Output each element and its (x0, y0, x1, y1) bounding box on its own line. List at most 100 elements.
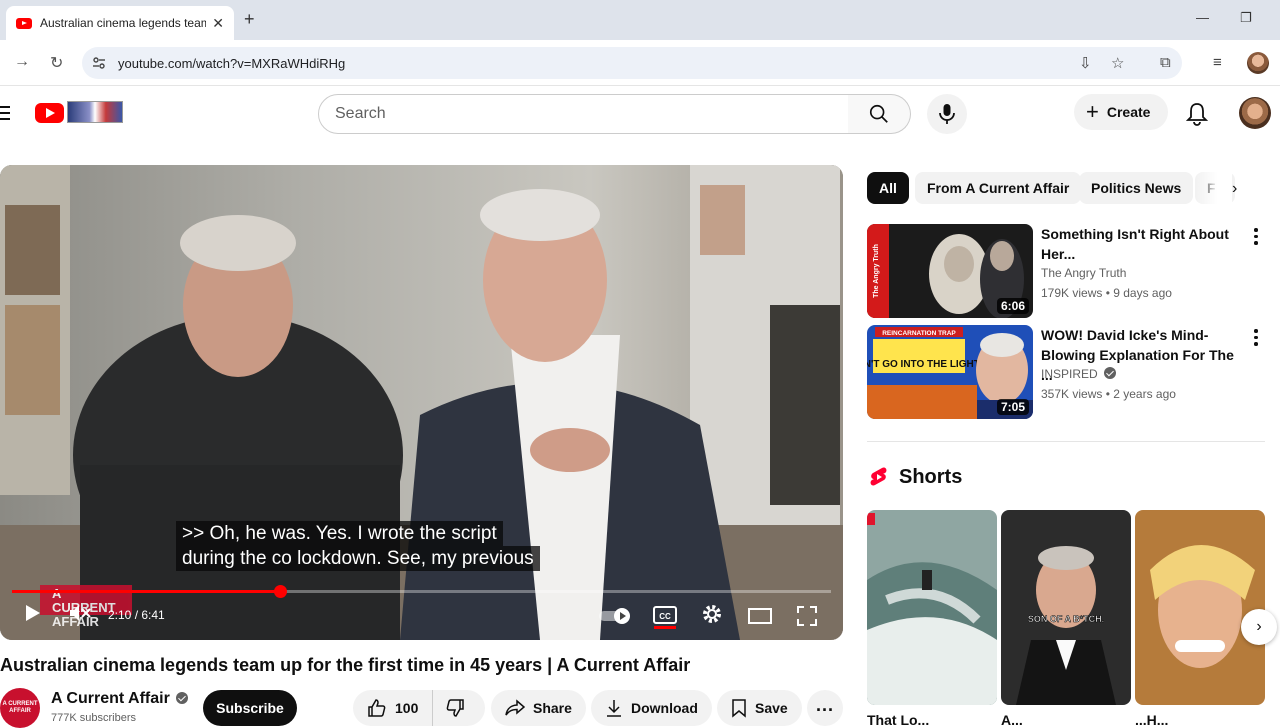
bookmark-star-icon[interactable]: ☆ (1111, 54, 1124, 72)
share-label: Share (533, 700, 572, 716)
recommendation-channel-name: INSPIRED (1041, 367, 1098, 381)
download-icon (607, 700, 621, 717)
shorts-logo-icon (870, 467, 887, 486)
reload-icon[interactable]: ↻ (50, 53, 63, 73)
recommendation-channel[interactable]: The Angry Truth (1041, 266, 1126, 280)
chip-politics-news[interactable]: Politics News (1079, 172, 1194, 204)
thumbs-down-icon (446, 699, 465, 717)
video-title: Australian cinema legends team up for th… (0, 655, 691, 675)
autoplay-toggle-icon[interactable] (598, 607, 634, 625)
search-placeholder: Search (335, 105, 386, 122)
short-thumbnail (1135, 510, 1265, 705)
share-button[interactable]: Share (491, 690, 586, 726)
play-icon[interactable] (24, 603, 42, 623)
fullscreen-icon[interactable] (796, 605, 818, 627)
forward-icon[interactable]: → (14, 53, 30, 71)
extensions-icon[interactable]: ⧉ (1160, 54, 1171, 71)
search-button[interactable] (848, 94, 911, 134)
chip-from-channel[interactable]: From A Current Affair (915, 172, 1082, 204)
site-info-icon[interactable] (92, 56, 106, 70)
youtube-logo-icon[interactable] (35, 103, 64, 123)
channel-name: A Current Affair (51, 690, 170, 707)
progress-bar[interactable] (12, 585, 831, 598)
browser-profile-avatar[interactable] (1247, 52, 1269, 74)
settings-gear-icon[interactable] (701, 603, 723, 625)
subscriber-count: 777K subscribers (51, 712, 136, 724)
verified-badge-icon (175, 692, 188, 704)
media-control-icon[interactable]: ≡ (1213, 54, 1222, 71)
progress-scrubber[interactable] (273, 585, 287, 598)
search-input[interactable]: Search (318, 94, 849, 134)
youtube-doodle[interactable] (67, 101, 123, 123)
menu-icon[interactable] (0, 106, 10, 120)
search-icon (869, 104, 888, 123)
thumb-badge-text: REINCARNATION TRAP (882, 330, 956, 337)
close-tab-icon[interactable]: ✕ (212, 15, 224, 32)
more-horizontal-icon: ... (815, 694, 834, 715)
recommendation-item[interactable]: REINCARNATION TRAP DON'T GO INTO THE LIG… (867, 325, 1267, 419)
channel-name-link[interactable]: A Current Affair (51, 690, 188, 708)
short-title[interactable]: A... (1001, 712, 1023, 728)
new-tab-icon[interactable]: + (244, 9, 255, 30)
closed-captions-icon[interactable]: CC (652, 603, 678, 629)
channel-avatar-text: A CURRENT AFFAIR (2, 701, 38, 714)
browser-tab-bar: Australian cinema legends team ✕ + — ❐ (0, 0, 1280, 40)
video-thumbnail[interactable]: REINCARNATION TRAP DON'T GO INTO THE LIG… (867, 325, 1033, 419)
recommendation-meta: 357K views • 2 years ago (1041, 387, 1176, 401)
theater-mode-icon[interactable] (747, 607, 773, 625)
minimize-icon[interactable]: — (1196, 10, 1209, 25)
channel-avatar[interactable]: A CURRENT AFFAIR (0, 688, 40, 728)
short-item[interactable] (867, 510, 997, 705)
more-vertical-icon[interactable] (1254, 329, 1258, 349)
youtube-header: Search + Create (0, 86, 1280, 142)
progress-fill (12, 590, 280, 593)
muted-volume-icon[interactable] (68, 603, 92, 623)
short-overlay-text: SON OF A B*TCH. (1028, 614, 1104, 624)
dislike-button[interactable] (433, 690, 473, 726)
short-thumbnail: SON OF A B*TCH. (1001, 510, 1131, 705)
voice-search-button[interactable] (927, 94, 967, 134)
recommendation-item[interactable]: The Angry Truth 6:06 Something Isn't Rig… (867, 224, 1267, 318)
recommendation-channel[interactable]: INSPIRED (1041, 367, 1116, 381)
more-vertical-icon[interactable] (1254, 228, 1258, 248)
chevron-right-icon: › (1256, 618, 1262, 635)
share-icon (505, 699, 525, 716)
address-bar-row: → ↻ youtube.com/watch?v=MXRaWHdiRHg ⇩ ☆ … (0, 40, 1280, 86)
chip-all[interactable]: All (867, 172, 909, 204)
verified-badge-icon (1103, 367, 1116, 379)
caption-line-1: >> Oh, he was. Yes. I wrote the script (176, 521, 503, 546)
short-thumbnail (867, 510, 997, 705)
section-divider (867, 441, 1265, 442)
shorts-section-title: Shorts (899, 466, 963, 488)
plus-icon: + (1086, 99, 1099, 124)
video-thumbnail[interactable]: The Angry Truth 6:06 (867, 224, 1033, 318)
notifications-bell-icon[interactable] (1186, 102, 1208, 126)
shorts-next-button[interactable]: › (1241, 609, 1277, 645)
create-label: Create (1106, 104, 1151, 120)
short-title[interactable]: ...H... (1135, 712, 1168, 728)
short-title[interactable]: That Lo... (867, 712, 929, 728)
install-app-icon[interactable]: ⇩ (1079, 54, 1092, 72)
bookmark-icon (732, 699, 746, 718)
like-count: 100 (395, 700, 419, 716)
save-button[interactable]: Save (717, 690, 802, 726)
microphone-icon (939, 104, 955, 124)
like-dislike-group: 100 (353, 690, 485, 726)
url-field[interactable]: youtube.com/watch?v=MXRaWHdiRHg (82, 47, 1182, 79)
more-actions-button[interactable]: ... (807, 690, 843, 726)
chevron-right-icon[interactable]: › (1232, 180, 1237, 198)
video-player[interactable]: >> Oh, he was. Yes. I wrote the script d… (0, 165, 843, 640)
thumb-channel-text: The Angry Truth (873, 244, 880, 298)
save-label: Save (755, 700, 788, 716)
short-item[interactable] (1135, 510, 1265, 705)
create-button[interactable]: + Create (1074, 94, 1168, 130)
url-text: youtube.com/watch?v=MXRaWHdiRHg (118, 55, 346, 71)
restore-icon[interactable]: ❐ (1240, 10, 1252, 26)
subscribe-button[interactable]: Subscribe (203, 690, 297, 726)
like-button[interactable]: 100 (367, 690, 434, 726)
recommendation-title[interactable]: Something Isn't Right About Her... (1041, 224, 1241, 264)
download-button[interactable]: Download (591, 690, 712, 726)
account-avatar[interactable] (1239, 97, 1271, 129)
short-item[interactable]: SON OF A B*TCH. (1001, 510, 1131, 705)
browser-tab[interactable]: Australian cinema legends team ✕ (6, 6, 234, 40)
